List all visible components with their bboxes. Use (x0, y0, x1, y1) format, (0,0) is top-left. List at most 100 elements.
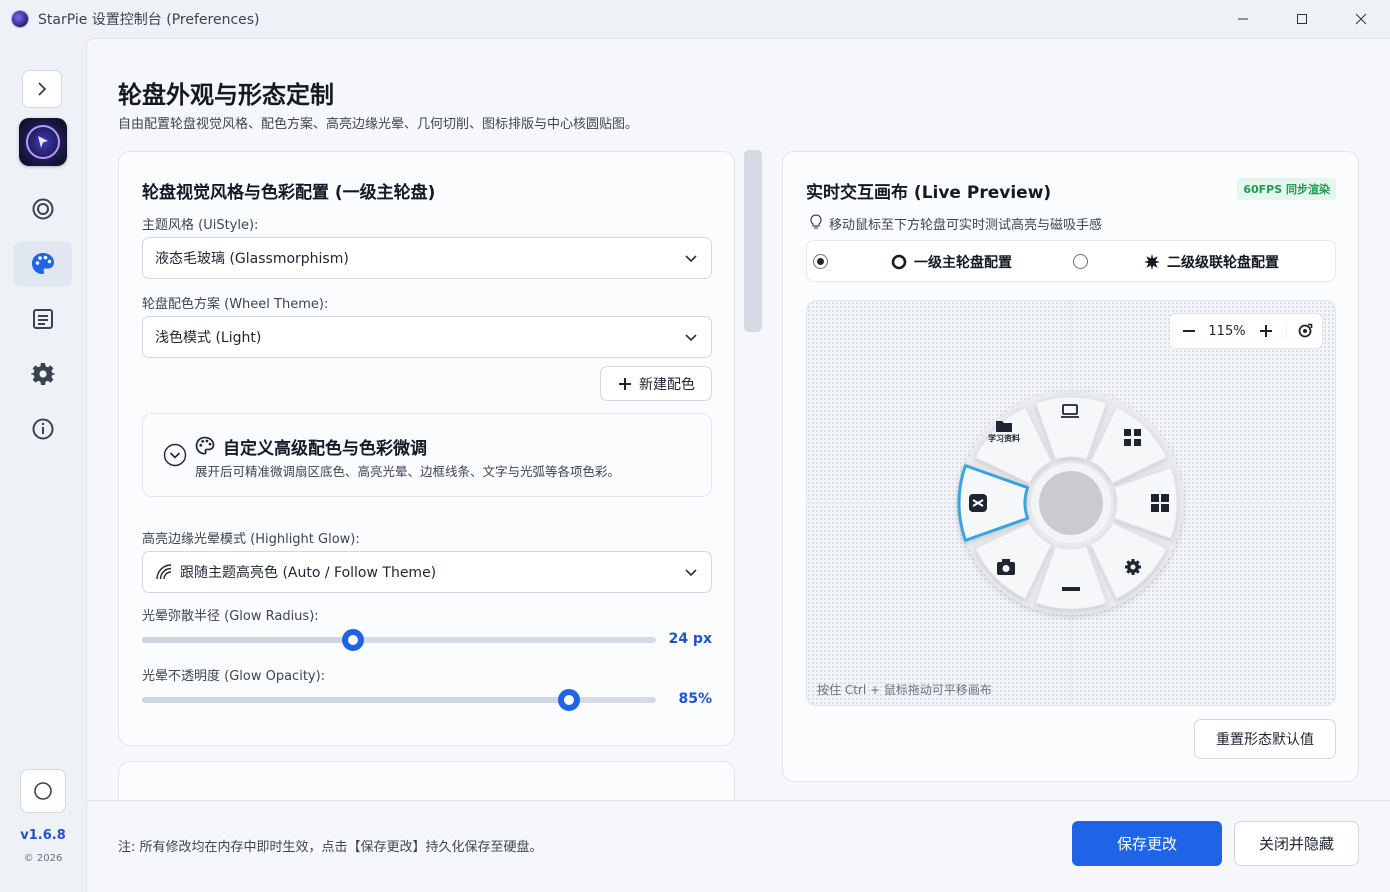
window-title: StarPie 设置控制台 (Preferences) (38, 12, 260, 28)
preview-title: 实时交互画布 (Live Preview) (806, 183, 1052, 203)
glow-opacity-slider[interactable] (142, 689, 656, 711)
sidebar-item-general[interactable] (14, 186, 72, 232)
footer-note: 注: 所有修改均在内存中即时生效，点击【保存更改】持久化保存至硬盘。 (118, 840, 543, 855)
sidebar-item-settings[interactable] (14, 351, 72, 397)
wheel-theme-label: 轮盘配色方案 (Wheel Theme): (142, 297, 329, 312)
glow-opacity-fill (142, 697, 569, 703)
circle-icon (34, 782, 52, 800)
glow-mode-value: 跟随主题高亮色 (Auto / Follow Theme) (180, 565, 437, 581)
wheel-level-selector: 一级主轮盘配置 二级级联轮盘配置 (806, 240, 1336, 282)
window-controls (1213, 0, 1390, 38)
advanced-color-expander[interactable]: 自定义高级配色与色彩微调 展开后可精准微调扇区底色、高亮光晕、边框线条、文字与光… (142, 413, 712, 497)
sidebar-item-actions[interactable] (14, 296, 72, 342)
starpie-logo-icon (26, 125, 60, 159)
document-icon (33, 309, 53, 329)
theme-toggle-button[interactable] (20, 769, 66, 813)
palette-icon (195, 436, 215, 455)
app-avatar[interactable] (19, 118, 67, 166)
preview-canvas[interactable]: 115% 学习资料 按住 Ctrl + 鼠标拖动可平移画布 (806, 300, 1336, 706)
glow-mode-select[interactable]: 跟随主题高亮色 (Auto / Follow Theme) (142, 551, 712, 593)
app-logo-icon (11, 10, 29, 28)
glow-radius-slider[interactable] (142, 629, 656, 651)
cursor-icon (38, 136, 48, 148)
chevron-down-icon (685, 334, 697, 342)
radio-secondary-wheel[interactable] (1073, 254, 1088, 269)
sidebar-item-about[interactable] (14, 406, 72, 452)
zoom-level: 115% (1208, 323, 1246, 339)
advanced-color-desc: 展开后可精准微调扇区底色、高亮光晕、边框线条、文字与光弧等各项色彩。 (195, 464, 621, 479)
wheel-theme-value: 浅色模式 (Light) (155, 330, 262, 346)
plus-icon (619, 377, 631, 390)
main-content: 轮盘外观与形态定制 自由配置轮盘视觉风格、配色方案、高亮边缘光晕、几何切削、图标… (86, 38, 1390, 892)
close-window-button[interactable] (1331, 0, 1390, 38)
style-settings-card: 轮盘视觉风格与色彩配置 (一级主轮盘) 主题风格 (UiStyle): 液态毛玻… (118, 151, 735, 746)
reset-defaults-button[interactable]: 重置形态默认值 (1194, 719, 1336, 759)
page-subtitle: 自由配置轮盘视觉风格、配色方案、高亮边缘光晕、几何切削、图标排版与中心核圆贴图。 (118, 117, 639, 132)
close-icon (1355, 13, 1366, 25)
ui-style-value: 液态毛玻璃 (Glassmorphism) (155, 251, 349, 267)
rainbow-icon (156, 564, 172, 580)
center-hub[interactable] (1039, 471, 1103, 535)
wheel-theme-select[interactable]: 浅色模式 (Light) (142, 316, 712, 358)
live-preview-card: 实时交互画布 (Live Preview) 60FPS 同步渲染 移动鼠标至下方… (782, 151, 1359, 782)
glow-radius-fill (142, 637, 353, 643)
glow-radius-label: 光晕弥散半径 (Glow Radius): (142, 609, 319, 624)
glow-opacity-thumb[interactable] (557, 689, 580, 711)
maximize-button[interactable] (1272, 0, 1331, 38)
plus-icon (1260, 325, 1272, 337)
capcut-icon (969, 494, 987, 512)
copyright-label: © 2026 (23, 853, 63, 864)
sidebar: v1.6.8 © 2026 (0, 38, 86, 892)
reset-view-button[interactable] (1286, 323, 1322, 339)
gear-icon (31, 363, 55, 385)
ui-style-label: 主题风格 (UiStyle): (142, 218, 259, 233)
preview-hint: 移动鼠标至下方轮盘可实时测试高亮与磁吸手感 (829, 218, 1103, 233)
canvas-hint: 按住 Ctrl + 鼠标拖动可平移画布 (817, 683, 992, 697)
save-button[interactable]: 保存更改 (1072, 821, 1222, 866)
primary-wheel-label[interactable]: 一级主轮盘配置 (914, 252, 1012, 272)
target-icon (32, 198, 54, 220)
ui-style-select[interactable]: 液态毛玻璃 (Glassmorphism) (142, 237, 712, 279)
zoom-out-button[interactable] (1170, 324, 1208, 338)
reset-defaults-label: 重置形态默认值 (1216, 732, 1314, 748)
title-bar: StarPie 设置控制台 (Preferences) (0, 0, 1390, 38)
chevron-right-icon (38, 82, 47, 96)
info-icon (32, 418, 54, 440)
scrollbar-thumb[interactable] (744, 150, 762, 332)
glow-radius-value: 24 px (668, 631, 712, 647)
sidebar-toggle-button[interactable] (22, 70, 62, 108)
new-color-scheme-label: 新建配色 (639, 376, 695, 393)
glow-radius-thumb[interactable] (341, 629, 364, 651)
lightbulb-icon (810, 214, 822, 229)
chevron-circle-down-icon (163, 443, 187, 467)
page-title: 轮盘外观与形态定制 (118, 81, 334, 109)
next-settings-card (118, 761, 735, 801)
sidebar-item-appearance[interactable] (14, 241, 72, 287)
sector-label-study: 学习资料 (988, 433, 1020, 443)
settings-scrollbar[interactable] (744, 150, 762, 332)
zoom-in-button[interactable] (1246, 324, 1286, 338)
glow-mode-label: 高亮边缘光晕模式 (Highlight Glow): (142, 532, 360, 547)
target-reset-icon (1298, 323, 1312, 338)
minimize-button[interactable] (1213, 0, 1272, 38)
minus-icon (1062, 587, 1080, 591)
starburst-icon (1144, 254, 1160, 270)
ring-icon (891, 254, 907, 270)
maximize-icon (1296, 14, 1307, 24)
style-card-title: 轮盘视觉风格与色彩配置 (一级主轮盘) (142, 183, 436, 203)
version-label: v1.6.8 (20, 828, 66, 843)
secondary-wheel-label[interactable]: 二级级联轮盘配置 (1167, 252, 1279, 272)
glow-opacity-value: 85% (678, 691, 712, 707)
minus-icon (1183, 330, 1195, 332)
glow-opacity-label: 光晕不透明度 (Glow Opacity): (142, 669, 326, 684)
chevron-down-icon (685, 255, 697, 263)
gear-icon (1125, 559, 1141, 575)
fps-badge: 60FPS 同步渲染 (1237, 178, 1336, 200)
palette-icon (32, 253, 54, 274)
new-color-scheme-button[interactable]: 新建配色 (600, 366, 712, 401)
radio-primary-wheel[interactable] (813, 254, 828, 269)
pie-wheel[interactable]: 学习资料 (921, 373, 1221, 633)
footer-divider (87, 800, 1390, 801)
advanced-color-title: 自定义高级配色与色彩微调 (223, 439, 427, 459)
close-hide-button[interactable]: 关闭并隐藏 (1234, 821, 1359, 866)
